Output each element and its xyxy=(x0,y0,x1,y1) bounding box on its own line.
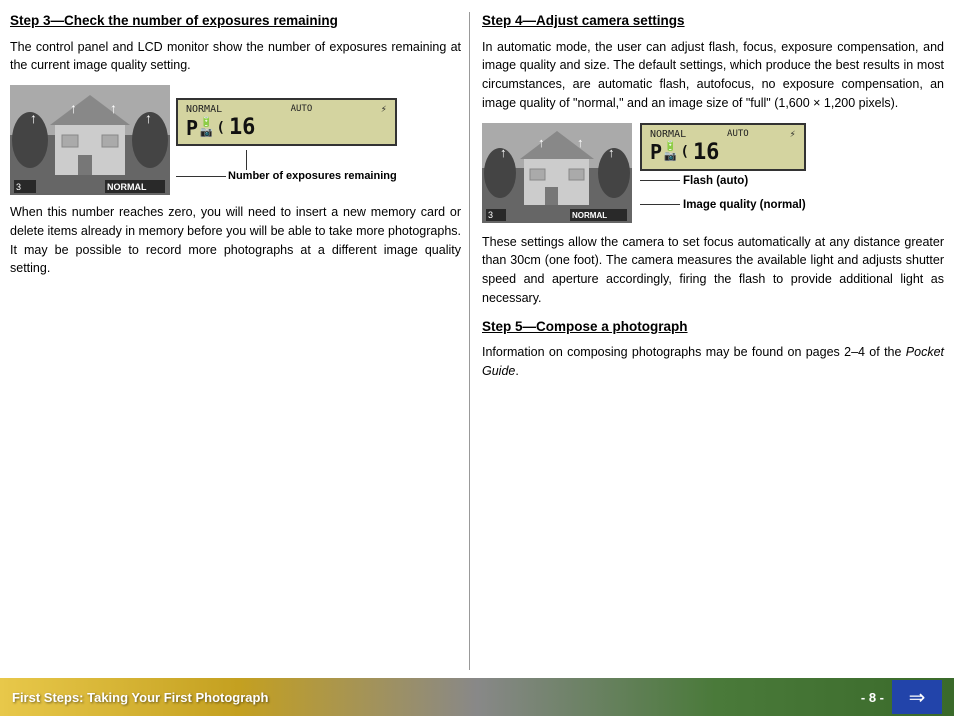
step5-heading: Step 5—Compose a photograph xyxy=(482,318,944,336)
step3-heading: Step 3—Check the number of exposures rem… xyxy=(10,12,461,30)
footer-page: - 8 - xyxy=(861,690,884,705)
lcd-top-row: NORMAL AUTO ⚡ xyxy=(186,104,387,115)
lcd-normal-label: NORMAL xyxy=(186,104,222,115)
lcd-main-row: P 🔋📷 ( 16 xyxy=(186,115,255,140)
page-container: Step 3—Check the number of exposures rem… xyxy=(0,0,954,716)
next-button[interactable]: ⇒ xyxy=(892,680,942,714)
exposure-label: Number of exposures remaining xyxy=(176,170,397,182)
footer-right: - 8 - ⇒ xyxy=(861,680,942,714)
svg-text:3: 3 xyxy=(488,210,493,220)
left-column: Step 3—Check the number of exposures rem… xyxy=(10,12,470,670)
svg-text:↑: ↑ xyxy=(500,145,507,160)
lcd-display-right: NORMAL AUTO ⚡ P 🔋📷 ( 16 xyxy=(640,123,806,171)
exposure-label-row xyxy=(176,150,397,170)
flash-line xyxy=(640,180,680,181)
flash-label-container: Flash (auto) xyxy=(640,175,806,187)
quality-label-container: Image quality (normal) xyxy=(640,199,806,211)
lcd-display-left: NORMAL AUTO ⚡ P 🔋📷 ( 16 xyxy=(176,98,397,146)
svg-text:↑: ↑ xyxy=(30,110,37,126)
right-lcd-normal: NORMAL xyxy=(650,129,686,140)
lcd-auto-label: AUTO xyxy=(291,104,313,115)
svg-text:↑: ↑ xyxy=(70,100,77,116)
label-line xyxy=(176,176,226,177)
right-column: Step 4—Adjust camera settings In automat… xyxy=(478,12,944,670)
vertical-pointer xyxy=(246,150,247,170)
lcd-p-symbol: P xyxy=(186,116,198,140)
step4-diagram: ↑ ↑ ↑ ↑ NORMAL 3 NORMAL xyxy=(482,123,944,223)
lcd-lightning-icon: ⚡ xyxy=(381,104,387,115)
footer-title: First Steps: Taking Your First Photograp… xyxy=(12,690,268,705)
step5-text-before: Information on composing photographs may… xyxy=(482,345,906,359)
step5-period: . xyxy=(515,364,518,378)
step4-heading: Step 4—Adjust camera settings xyxy=(482,12,944,30)
svg-text:3: 3 xyxy=(16,182,21,192)
svg-text:↑: ↑ xyxy=(538,135,545,150)
number-exposures-label: Number of exposures remaining xyxy=(228,170,397,182)
quality-label: Image quality (normal) xyxy=(683,199,806,211)
svg-text:↑: ↑ xyxy=(608,145,615,160)
camera-image-left: ↑ ↑ ↑ ↑ NORMAL 3 xyxy=(10,85,170,195)
right-lcd-number: 16 xyxy=(693,140,720,165)
lcd-exposure-number: 16 xyxy=(229,115,256,140)
right-lcd-mid-icons: 🔋📷 xyxy=(664,142,676,162)
quality-line xyxy=(640,204,680,205)
footer: First Steps: Taking Your First Photograp… xyxy=(0,678,954,716)
svg-text:↑: ↑ xyxy=(110,100,117,116)
lcd-and-label-left: NORMAL AUTO ⚡ P 🔋📷 ( 16 xyxy=(176,98,397,182)
right-lcd-top: NORMAL AUTO ⚡ xyxy=(650,129,796,140)
right-lcd-p: P xyxy=(650,140,662,164)
step4-para1: In automatic mode, the user can adjust f… xyxy=(482,38,944,113)
step3-diagram: ↑ ↑ ↑ ↑ NORMAL 3 xyxy=(10,85,461,195)
camera-image-right: ↑ ↑ ↑ ↑ NORMAL 3 xyxy=(482,123,632,223)
right-lcd-auto: AUTO xyxy=(727,129,749,140)
svg-text:↑: ↑ xyxy=(145,110,152,126)
step3-para2: When this number reaches zero, you will … xyxy=(10,203,461,278)
lcd-separator: ( xyxy=(217,120,225,136)
step4-para2: These settings allow the camera to set f… xyxy=(482,233,944,308)
step5-para: Information on composing photographs may… xyxy=(482,343,944,381)
step3-para1: The control panel and LCD monitor show t… xyxy=(10,38,461,76)
svg-text:↑: ↑ xyxy=(577,135,584,150)
svg-text:NORMAL: NORMAL xyxy=(572,211,607,220)
content-area: Step 3—Check the number of exposures rem… xyxy=(0,0,954,678)
lcd-icons-middle: 🔋📷 xyxy=(200,118,212,138)
right-lcd-paren: ( xyxy=(681,144,689,160)
right-lcd-lightning: ⚡ xyxy=(790,129,796,140)
right-lcd-area: NORMAL AUTO ⚡ P 🔋📷 ( 16 xyxy=(640,123,806,211)
svg-text:NORMAL: NORMAL xyxy=(107,182,147,192)
right-lcd-main: P 🔋📷 ( 16 xyxy=(650,140,719,165)
next-arrow-icon: ⇒ xyxy=(909,685,926,710)
flash-label: Flash (auto) xyxy=(683,175,748,187)
